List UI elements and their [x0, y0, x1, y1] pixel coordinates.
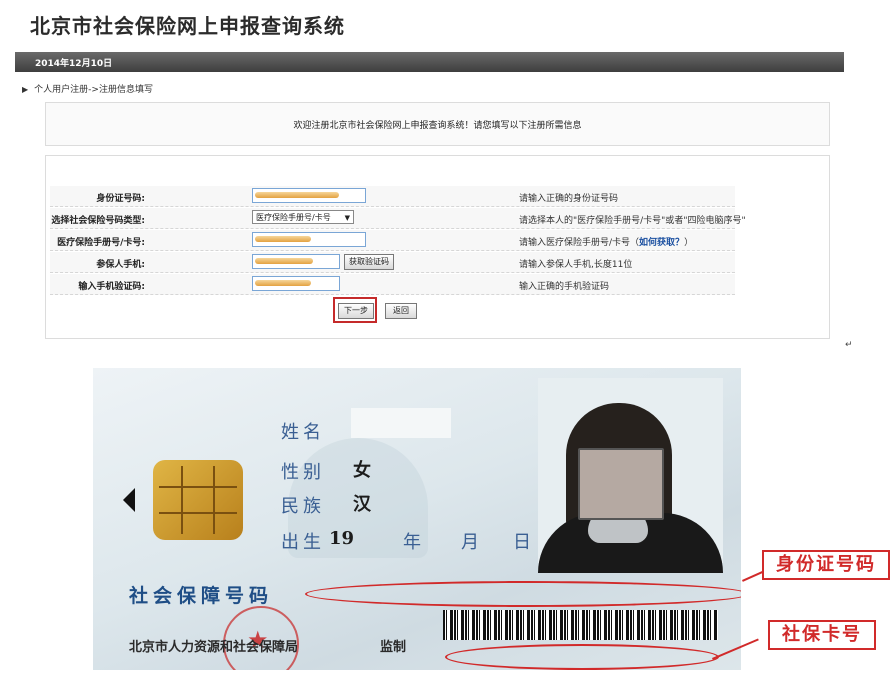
ethnicity-value: 汉	[353, 494, 371, 515]
medical-number-label: 医疗保险手册号/卡号:	[57, 238, 145, 248]
phone-label: 参保人手机:	[96, 260, 145, 270]
medical-number-input[interactable]	[252, 232, 366, 247]
triangle-left-icon	[123, 488, 135, 512]
form-row-id-number: 身份证号码: 请输入正确的身份证号码	[50, 186, 735, 207]
day-label: 日	[513, 532, 535, 553]
verify-code-label: 输入手机验证码:	[78, 282, 145, 292]
medical-number-hint: 请输入医疗保险手册号/卡号（如何获取？）	[519, 235, 693, 248]
face-redacted	[578, 448, 664, 520]
month-label: 月	[461, 532, 483, 553]
redacted-mask	[255, 236, 311, 242]
id-number-hint: 请输入正确的身份证号码	[519, 194, 619, 204]
chip-icon	[153, 460, 243, 540]
number-type-label: 选择社会保险号码类型:	[51, 216, 145, 226]
id-number-input[interactable]	[252, 188, 366, 203]
form-row-number-type: 选择社会保险号码类型: 医疗保险手册号/卡号 ▼ 请选择本人的"医疗保险手册号/卡…	[50, 208, 746, 229]
welcome-text: 欢迎注册北京市社会保险网上申报查询系统！请您填写以下注册所需信息	[293, 121, 582, 131]
birth-label: 出生	[281, 532, 325, 553]
ss-number-label: 社会保障号码	[129, 585, 274, 607]
verify-code-input[interactable]	[252, 276, 340, 291]
dropdown-arrow-icon: ▼	[344, 214, 350, 222]
year-label: 年	[403, 532, 425, 553]
welcome-panel: 欢迎注册北京市社会保险网上申报查询系统！请您填写以下注册所需信息	[45, 102, 830, 146]
barcode	[443, 610, 718, 640]
name-label: 姓名	[281, 422, 325, 443]
hint-close-paren: ）	[684, 238, 694, 248]
id-number-label: 身份证号码:	[96, 194, 145, 204]
medical-number-hint-text: 请输入医疗保险手册号/卡号（	[519, 238, 640, 248]
redacted-mask	[255, 280, 311, 286]
ethnicity-label: 民族	[281, 496, 325, 517]
card-number-oval	[445, 644, 719, 670]
birth-year-prefix: 19	[329, 528, 355, 549]
redacted-mask	[255, 258, 313, 264]
how-to-get-link[interactable]: 如何获取？	[639, 238, 684, 248]
next-button[interactable]: 下一步	[338, 303, 374, 319]
callout-id-number: 身份证号码	[762, 550, 890, 580]
site-title: 北京市社会保险网上申报查询系统	[30, 14, 345, 38]
supervise-text: 监制	[380, 640, 407, 655]
breadcrumb: ▶ 个人用户注册->注册信息填写	[22, 82, 153, 95]
number-type-select[interactable]: 医疗保险手册号/卡号 ▼	[252, 210, 354, 224]
name-redacted	[351, 408, 451, 438]
callout-card-number: 社保卡号	[768, 620, 876, 650]
issuer-text: 北京市人力资源和社会保障局	[129, 640, 299, 655]
redacted-mask	[255, 192, 339, 198]
back-button[interactable]: 返回	[385, 303, 417, 319]
phone-input[interactable]	[252, 254, 340, 269]
number-type-hint: 请选择本人的"医疗保险手册号/卡号"或者"四险电脑序号"	[519, 216, 746, 226]
id-number-oval	[305, 581, 741, 607]
phone-hint: 请输入参保人手机,长度11位	[519, 260, 633, 270]
return-symbol-icon: ↵	[845, 340, 853, 350]
get-code-button[interactable]: 获取验证码	[344, 254, 394, 270]
sex-label: 性别	[281, 462, 325, 483]
verify-code-hint: 输入正确的手机验证码	[519, 282, 610, 292]
portrait-photo	[538, 378, 723, 573]
triangle-right-icon: ▶	[22, 85, 29, 94]
form-row-phone: 参保人手机: 获取验证码 请输入参保人手机,长度11位	[50, 252, 735, 273]
date-text: 2014年12月10日	[35, 59, 113, 69]
sex-value: 女	[353, 460, 371, 481]
form-row-verify-code: 输入手机验证码: 输入正确的手机验证码	[50, 274, 735, 295]
form-row-medical-number: 医疗保险手册号/卡号: 请输入医疗保险手册号/卡号（如何获取？）	[50, 230, 735, 251]
number-type-value: 医疗保险手册号/卡号	[256, 213, 331, 222]
date-bar: 2014年12月10日	[15, 52, 844, 72]
breadcrumb-text: 个人用户注册->注册信息填写	[34, 85, 153, 95]
social-security-card-image: 姓名 性别 女 民族 汉 出生 19 年 月 日 社会保障号码 ★ 北京市人力资…	[93, 368, 741, 670]
